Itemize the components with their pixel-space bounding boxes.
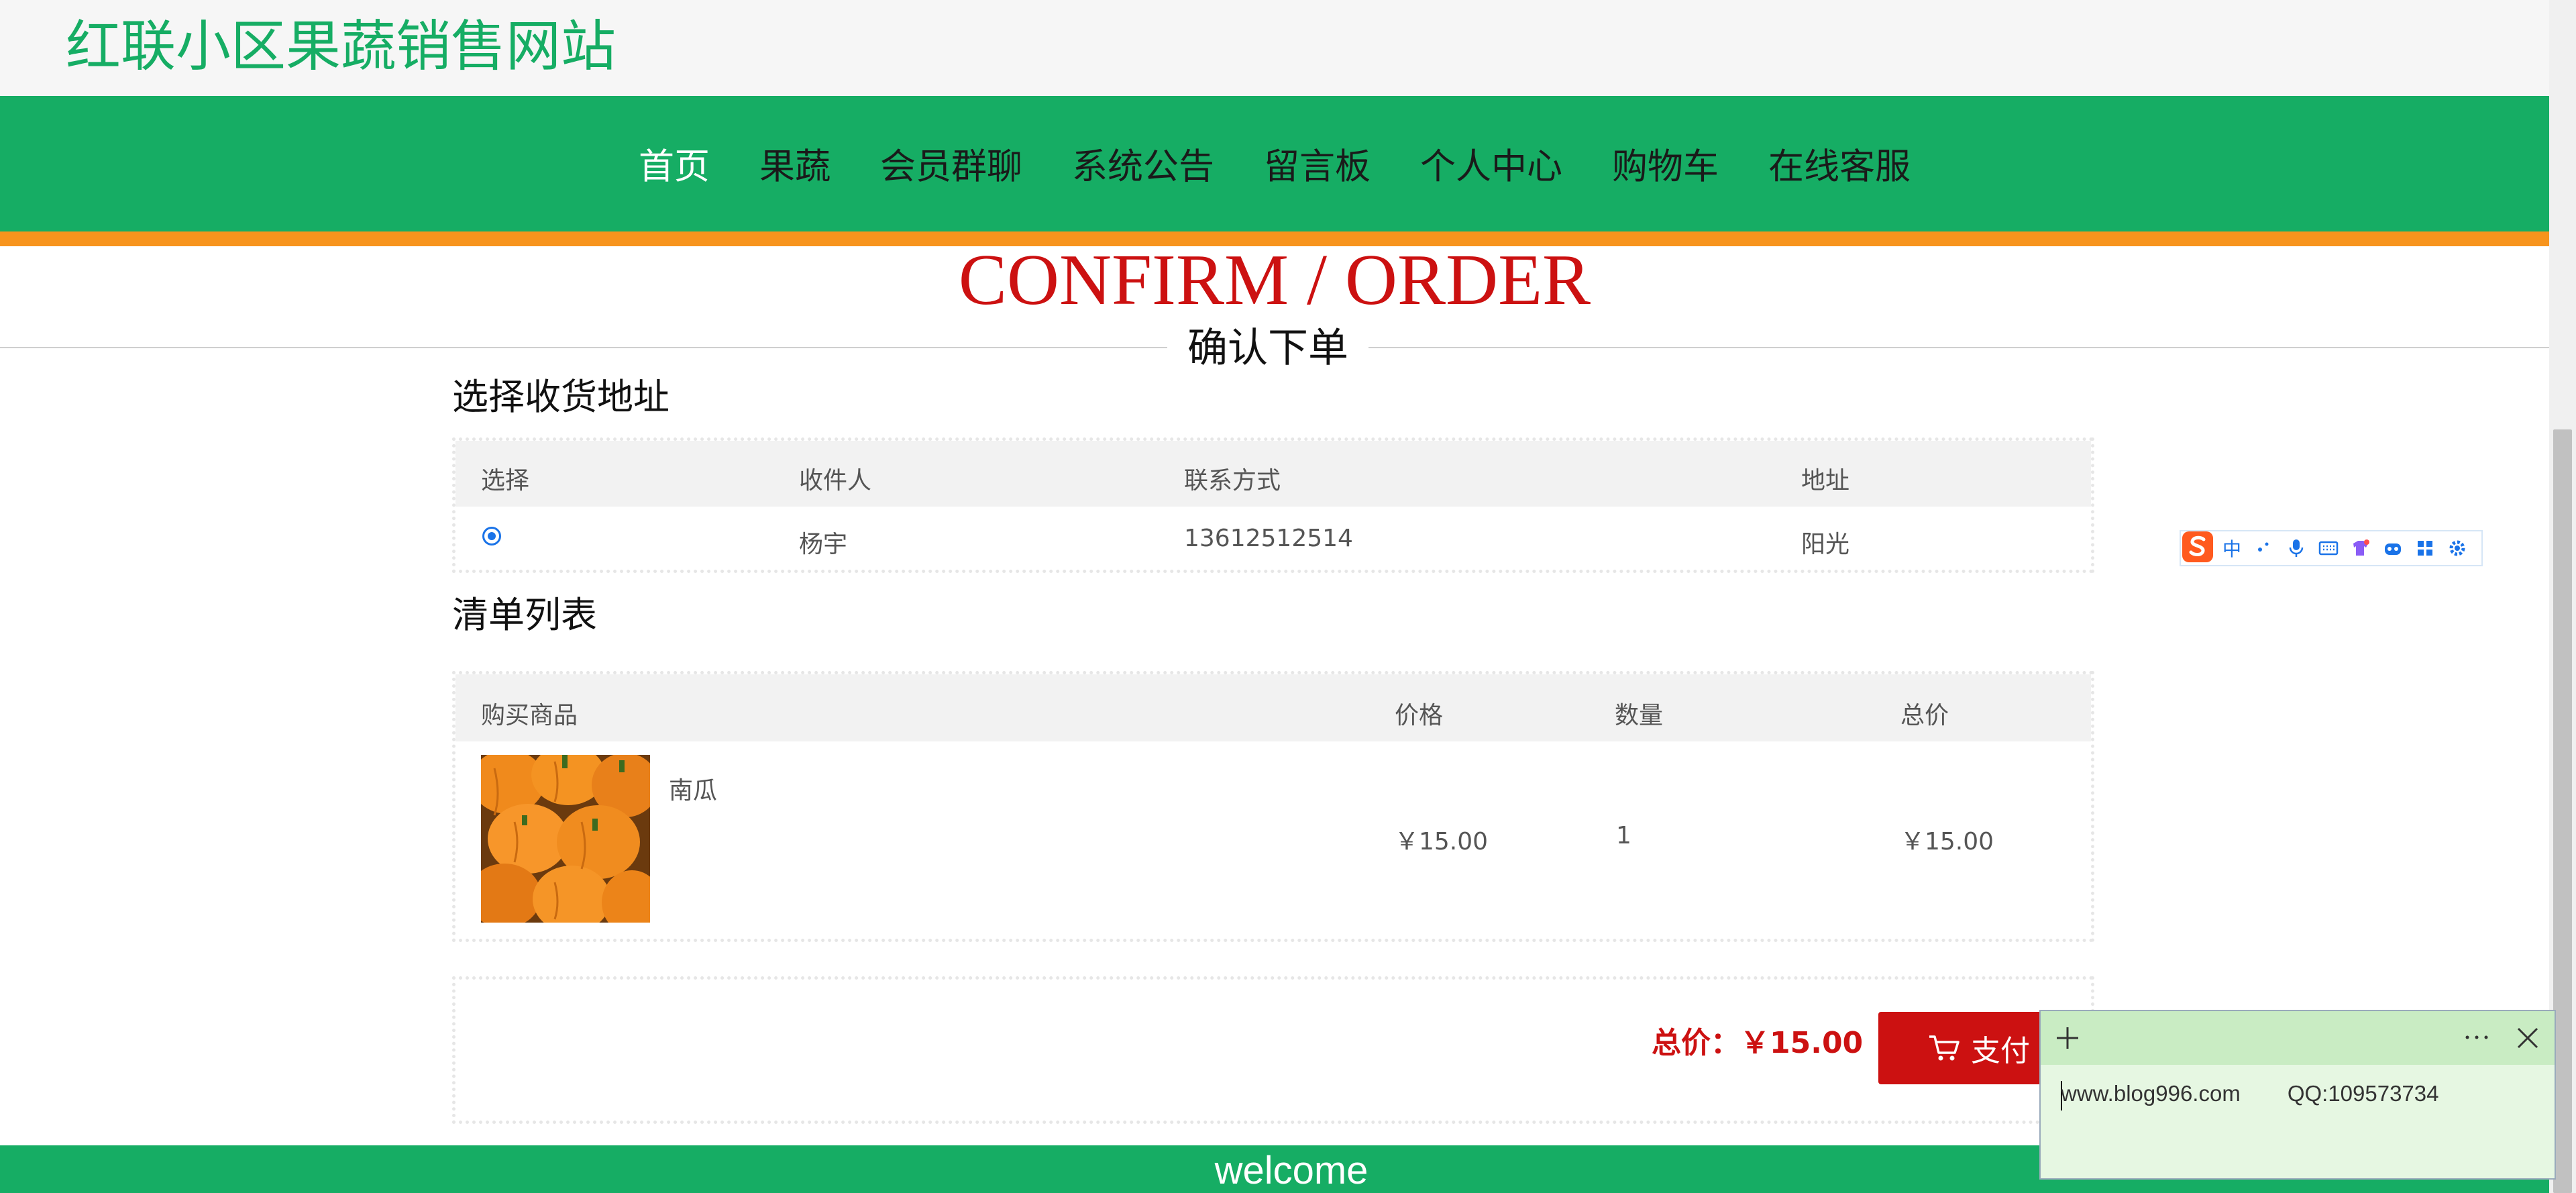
- product-name[interactable]: 南瓜: [669, 771, 717, 806]
- product-image[interactable]: [481, 755, 650, 923]
- more-options-icon[interactable]: [2462, 1027, 2491, 1047]
- col-header-recipient: 收件人: [799, 467, 872, 495]
- total-label: 总价：: [1652, 1026, 1740, 1060]
- sogou-logo-icon[interactable]: [2180, 529, 2216, 565]
- ime-mode-toggle[interactable]: 中: [2216, 530, 2248, 566]
- ime-toolbar[interactable]: 中: [2180, 530, 2483, 566]
- skin-icon[interactable]: [2345, 530, 2377, 566]
- main-nav: 首页 果蔬 会员群聊 系统公告 留言板 个人中心 购物车 在线客服: [0, 96, 2549, 231]
- cart-icon: [1929, 1035, 1960, 1061]
- sticky-note-content[interactable]: www.blog996.com QQ:109573734: [2061, 1081, 2439, 1106]
- product-qty: 1: [1616, 822, 1631, 849]
- product-price: ￥15.00: [1395, 828, 1489, 855]
- order-table-header: 购买商品 价格 数量 总价: [455, 674, 2091, 741]
- nav-item-home[interactable]: 首页: [639, 138, 710, 189]
- recipient-address: 阳光: [1801, 531, 1850, 558]
- col-header-address: 地址: [1801, 467, 1850, 495]
- col-header-qty: 数量: [1615, 702, 1664, 729]
- punctuation-icon[interactable]: [2248, 530, 2280, 566]
- address-section-title: 选择收货地址: [452, 376, 669, 418]
- order-table: 购买商品 价格 数量 总价 南瓜 ￥15.00 1 ￥15.00: [452, 671, 2094, 942]
- address-table-header: 选择 收件人 联系方式 地址: [455, 441, 2091, 507]
- settings-icon[interactable]: [2441, 530, 2473, 566]
- col-header-select: 选择: [481, 467, 530, 495]
- nav-item-profile[interactable]: 个人中心: [1420, 138, 1562, 189]
- site-title[interactable]: 红联小区果蔬销售网站: [66, 13, 616, 81]
- note-site: www.blog996.com: [2061, 1081, 2241, 1106]
- keyboard-icon[interactable]: [2312, 530, 2345, 566]
- col-header-price: 价格: [1395, 702, 1444, 729]
- nav-item-support[interactable]: 在线客服: [1768, 138, 1911, 189]
- nav-item-member-chat[interactable]: 会员群聊: [880, 138, 1022, 189]
- pay-button-label: 支付: [1971, 1034, 2030, 1068]
- nav-item-announcements[interactable]: 系统公告: [1072, 138, 1214, 189]
- order-total: 总价：￥15.00: [1652, 1023, 1863, 1064]
- nav-item-cart[interactable]: 购物车: [1612, 138, 1719, 189]
- order-list-title: 清单列表: [452, 594, 597, 636]
- page-title-cn: 确认下单: [1167, 319, 1368, 378]
- close-icon[interactable]: [2514, 1025, 2541, 1051]
- apps-icon[interactable]: [2409, 530, 2441, 566]
- address-table: 选择 收件人 联系方式 地址 杨宇 13612512514 阳光: [452, 437, 2094, 573]
- address-radio[interactable]: [482, 527, 501, 546]
- recipient-name: 杨宇: [799, 531, 848, 558]
- col-header-product: 购买商品: [481, 702, 578, 729]
- product-subtotal: ￥15.00: [1900, 828, 1994, 855]
- microphone-icon[interactable]: [2280, 530, 2312, 566]
- page-title-en: CONFIRM / ORDER: [958, 240, 1591, 320]
- scrollbar-thumb[interactable]: [2553, 429, 2572, 1193]
- sticky-note[interactable]: www.blog996.com QQ:109573734: [2039, 1010, 2556, 1180]
- sticky-note-header: [2041, 1011, 2555, 1065]
- col-header-subtotal: 总价: [1900, 702, 1949, 729]
- total-value: ￥15.00: [1740, 1026, 1864, 1060]
- col-header-phone: 联系方式: [1184, 467, 1281, 495]
- site-header: 红联小区果蔬销售网站: [0, 0, 2549, 96]
- pumpkin-photo: [481, 755, 650, 923]
- note-qq: QQ:109573734: [2287, 1081, 2439, 1106]
- nav-item-message-board[interactable]: 留言板: [1264, 138, 1371, 189]
- recipient-phone: 13612512514: [1184, 525, 1353, 552]
- robot-icon[interactable]: [2377, 530, 2409, 566]
- nav-item-produce[interactable]: 果蔬: [759, 138, 830, 189]
- add-note-icon[interactable]: [2054, 1025, 2081, 1051]
